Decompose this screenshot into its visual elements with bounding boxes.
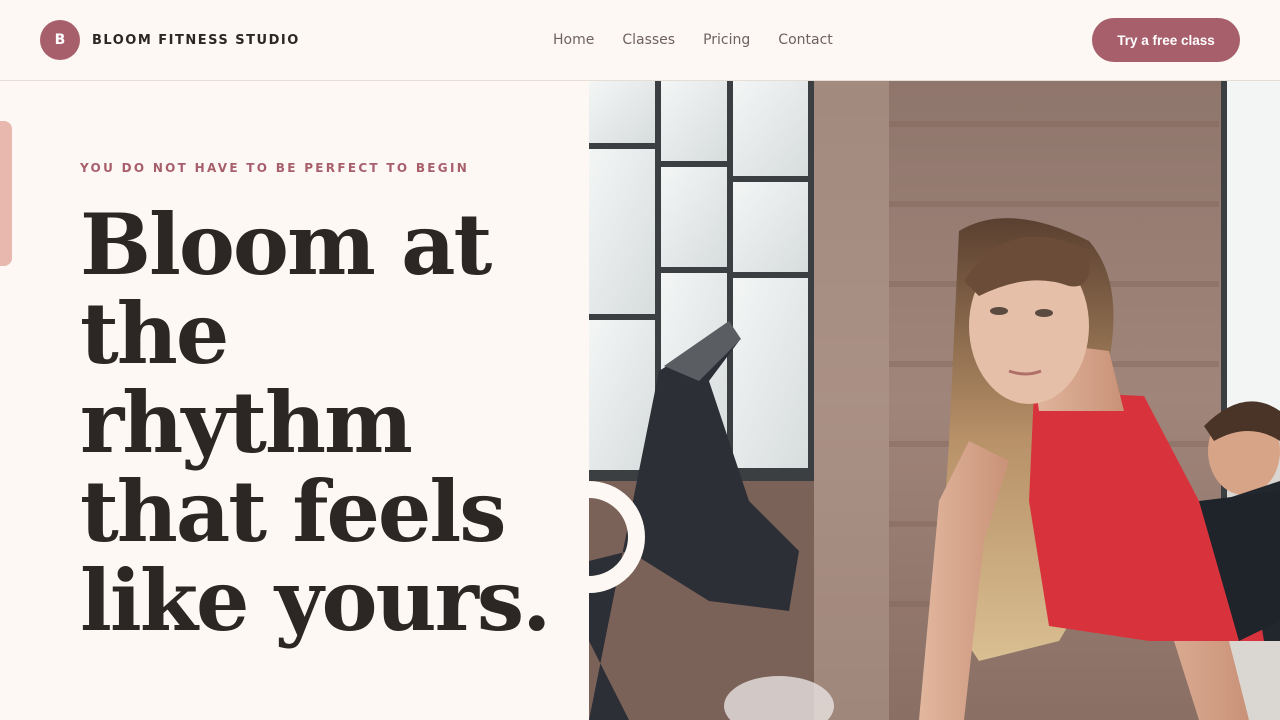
site-header: B BLOOM FITNESS STUDIO Home Classes Pric…: [0, 0, 1280, 81]
side-accent-tab: [0, 121, 12, 266]
hero-eyebrow: YOU DO NOT HAVE TO BE PERFECT TO BEGIN: [80, 161, 470, 175]
nav-link-home[interactable]: Home: [553, 30, 594, 50]
brand-logo[interactable]: B BLOOM FITNESS STUDIO: [40, 20, 300, 60]
nav-link-classes[interactable]: Classes: [622, 30, 675, 50]
hero-photo: [589, 81, 1280, 720]
try-free-class-button[interactable]: Try a free class: [1092, 18, 1240, 62]
hero-headline: Bloom at the rhythm that feels like your…: [80, 195, 551, 650]
brand-name: BLOOM FITNESS STUDIO: [92, 32, 300, 48]
main-nav: Home Classes Pricing Contact: [553, 30, 833, 50]
nav-link-contact[interactable]: Contact: [778, 30, 832, 50]
brand-mark-icon: B: [40, 20, 80, 60]
nav-link-pricing[interactable]: Pricing: [703, 30, 750, 50]
